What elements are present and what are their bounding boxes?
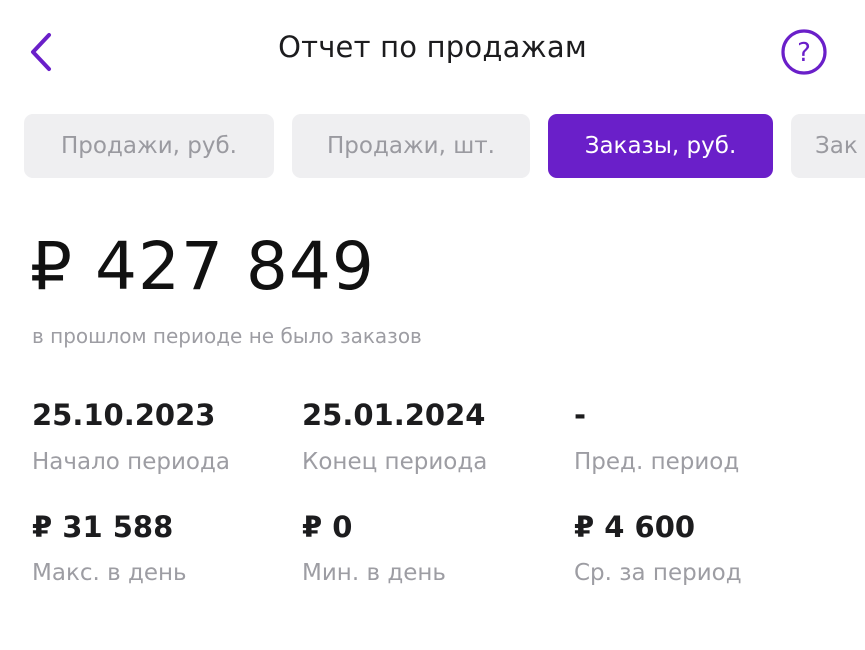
sales-report-screen: Отчет по продажам ? Продажи, руб. Продаж… — [0, 0, 865, 650]
metric-tabs: Продажи, руб. Продажи, шт. Заказы, руб. … — [24, 114, 865, 178]
previous-period-value: - — [574, 398, 587, 432]
tab-sales-pcs[interactable]: Продажи, шт. — [292, 114, 530, 178]
comparison-note: в прошлом периоде не было заказов — [32, 324, 422, 348]
previous-period-label: Пред. период — [574, 449, 740, 475]
min-per-day-label: Мин. в день — [302, 560, 446, 586]
question-circle-icon: ? — [781, 29, 827, 75]
tab-orders-rub[interactable]: Заказы, руб. — [548, 114, 773, 178]
avg-per-period-label: Ср. за период — [574, 560, 742, 586]
avg-per-period-value: ₽ 4 600 — [574, 510, 696, 544]
help-label: ? — [797, 38, 811, 68]
period-end-value: 25.01.2024 — [302, 398, 486, 432]
period-start-value: 25.10.2023 — [32, 398, 216, 432]
max-per-day-value: ₽ 31 588 — [32, 510, 174, 544]
total-amount: ₽ 427 849 — [30, 228, 375, 305]
min-per-day-value: ₽ 0 — [302, 510, 353, 544]
page-title: Отчет по продажам — [278, 30, 587, 64]
period-start-label: Начало периода — [32, 449, 230, 475]
period-end-label: Конец периода — [302, 449, 488, 475]
help-button[interactable]: ? — [779, 27, 829, 77]
max-per-day-label: Макс. в день — [32, 560, 187, 586]
tab-sales-rub[interactable]: Продажи, руб. — [24, 114, 274, 178]
tab-orders-partial[interactable]: Зак — [791, 114, 865, 178]
